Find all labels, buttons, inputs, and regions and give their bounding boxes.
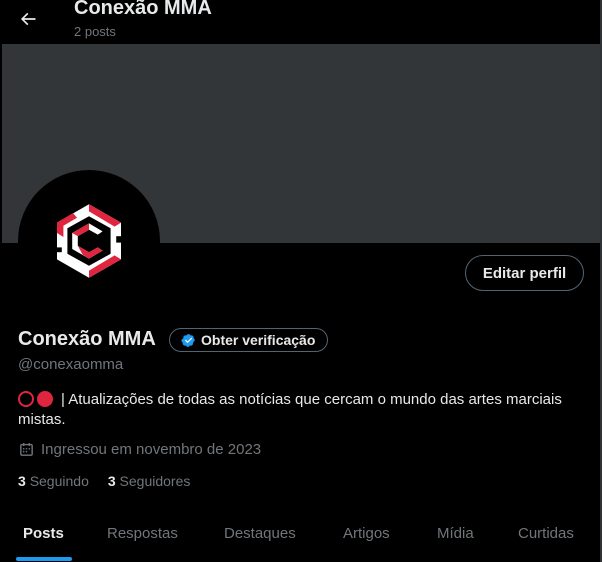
tab-articles[interactable]: Artigos xyxy=(343,525,390,542)
header-post-count: 2 posts xyxy=(74,24,116,39)
profile-name: Conexão MMA xyxy=(18,328,156,350)
followers-count: 3 xyxy=(107,473,116,489)
tab-highlights[interactable]: Destaques xyxy=(224,525,296,542)
follow-stats: 3 Seguindo 3 Seguidores xyxy=(18,473,190,489)
verified-badge-icon xyxy=(181,333,195,347)
arrow-left-icon xyxy=(20,12,36,26)
profile-tabs: Posts Respostas Destaques Artigos Mídia … xyxy=(0,510,600,562)
following-link[interactable]: 3 Seguindo xyxy=(18,473,89,489)
tab-media[interactable]: Mídia xyxy=(437,525,474,542)
profile-bio: | Atualizações de todas as notícias que … xyxy=(18,390,588,430)
followers-label: Seguidores xyxy=(119,473,191,489)
get-verified-button[interactable]: Obter verificação xyxy=(169,328,329,352)
profile-avatar[interactable] xyxy=(18,170,160,312)
joined-date: Ingressou em novembro de 2023 xyxy=(18,441,261,458)
red-circles-emoji-icon xyxy=(18,391,53,407)
back-button[interactable] xyxy=(12,3,44,35)
profile-header-bar: Conexão MMA 2 posts xyxy=(0,0,600,44)
get-verified-label: Obter verificação xyxy=(201,332,316,348)
edit-profile-button[interactable]: Editar perfil xyxy=(465,255,584,291)
active-tab-indicator xyxy=(16,557,72,561)
profile-handle: @conexaomma xyxy=(18,356,124,373)
joined-text: Ingressou em novembro de 2023 xyxy=(41,441,262,458)
tab-posts[interactable]: Posts xyxy=(23,525,64,542)
followers-link[interactable]: 3 Seguidores xyxy=(108,473,191,489)
following-label: Seguindo xyxy=(29,473,89,489)
following-count: 3 xyxy=(18,473,26,489)
header-title: Conexão MMA xyxy=(74,0,212,19)
bio-text: | Atualizações de todas as notícias que … xyxy=(18,391,562,428)
tab-likes[interactable]: Curtidas xyxy=(518,525,574,542)
tab-replies[interactable]: Respostas xyxy=(107,525,178,542)
hexagon-c-logo xyxy=(57,204,121,278)
calendar-icon xyxy=(20,443,33,456)
